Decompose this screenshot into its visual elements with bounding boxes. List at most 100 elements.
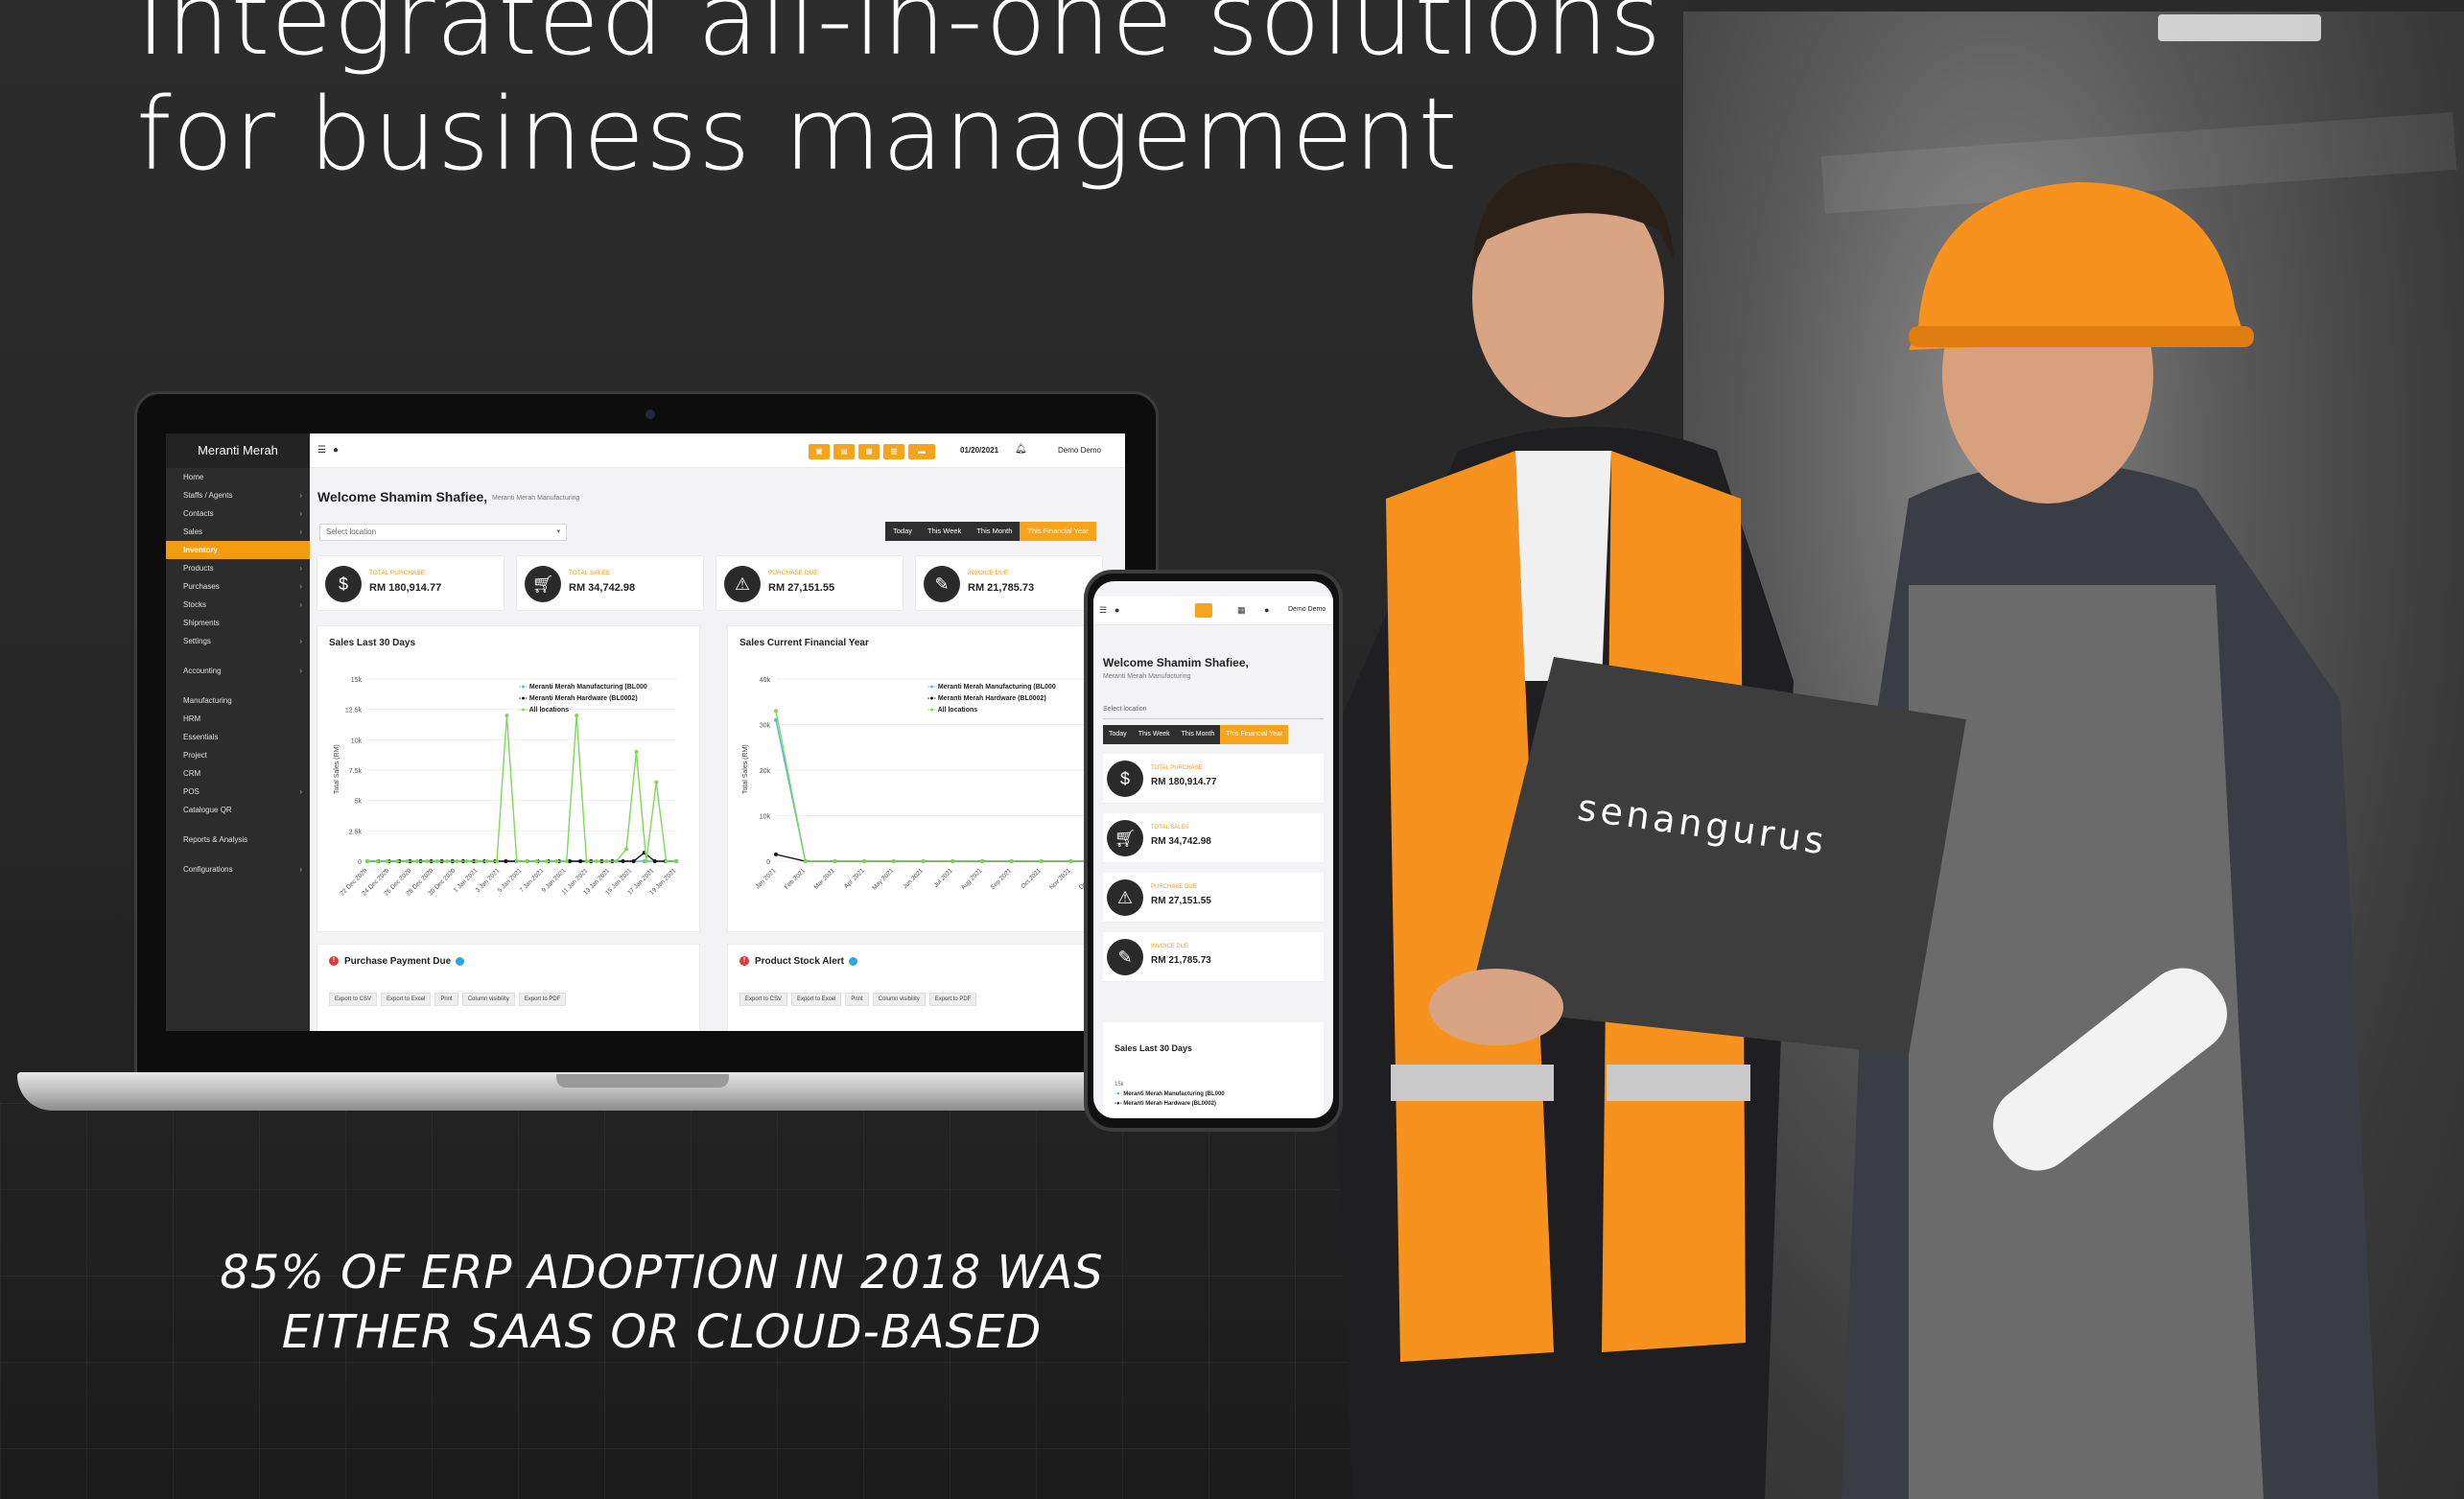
period-today[interactable]: Today	[1103, 725, 1133, 744]
data-point[interactable]	[631, 859, 636, 863]
legend-item[interactable]: -●- Meranti Merah Manufacturing (BL000	[1115, 1089, 1225, 1099]
data-point[interactable]	[525, 859, 529, 863]
period-this-week[interactable]: This Week	[1132, 725, 1176, 744]
print-button[interactable]: Print	[845, 993, 869, 1006]
data-point[interactable]	[445, 859, 450, 863]
legend-item[interactable]: -●- Meranti Merah Manufacturing (BL000	[519, 682, 647, 693]
legend-item[interactable]: -●- All locations	[519, 705, 647, 716]
print-button[interactable]: Print	[434, 993, 458, 1006]
data-point[interactable]	[644, 859, 648, 863]
data-point[interactable]	[475, 859, 480, 863]
data-point[interactable]	[1039, 859, 1044, 863]
data-point[interactable]	[1009, 859, 1014, 863]
sidebar-item-manufacturing[interactable]: Manufacturing	[166, 691, 310, 710]
data-point[interactable]	[803, 859, 808, 863]
period-this-financial-year[interactable]: This Financial Year	[1220, 725, 1289, 744]
data-point[interactable]	[405, 859, 410, 863]
data-point[interactable]	[425, 859, 430, 863]
menu-toggle-icon[interactable]: ☰	[317, 445, 326, 456]
export-csv-button[interactable]: Export to CSV	[739, 993, 788, 1006]
sidebar-item-catalogue-qr[interactable]: Catalogue QR	[166, 801, 310, 819]
data-point[interactable]	[534, 859, 539, 863]
sidebar-item-hrm[interactable]: HRM	[166, 710, 310, 728]
info-icon[interactable]: ●	[1115, 605, 1119, 615]
bell-icon[interactable]: 🔔︎	[1015, 444, 1027, 455]
sidebar-item-configurations[interactable]: Configurations ›	[166, 860, 310, 878]
money-icon[interactable]: ▬	[908, 444, 935, 459]
export-csv-button[interactable]: Export to CSV	[329, 993, 378, 1006]
data-point[interactable]	[504, 859, 508, 863]
data-point[interactable]	[624, 847, 629, 852]
period-this-week[interactable]: This Week	[920, 522, 970, 541]
legend-item[interactable]: -●- Meranti Merah Hardware (BL0002)	[1115, 1099, 1225, 1109]
legend-item[interactable]: -●- Meranti Merah Hardware (BL0002)	[927, 693, 1056, 705]
info-icon[interactable]: ●	[333, 445, 339, 456]
column-visibility-button[interactable]: Column visibility	[872, 993, 926, 1006]
data-point[interactable]	[554, 859, 559, 863]
pos-icon[interactable]: ▤	[833, 444, 855, 459]
location-select[interactable]: Select location	[1103, 706, 1324, 719]
calendar-icon[interactable]: ▦	[1237, 605, 1246, 616]
sidebar-item-purchases[interactable]: Purchases ›	[166, 577, 310, 596]
data-point[interactable]	[891, 859, 896, 863]
export-excel-button[interactable]: Export to Excel	[791, 993, 842, 1006]
period-today[interactable]: Today	[885, 522, 921, 541]
sidebar-item-products[interactable]: Products ›	[166, 559, 310, 577]
legend-item[interactable]: -●- All locations	[927, 705, 1056, 716]
location-select[interactable]: Select location ▾	[319, 524, 567, 541]
data-point[interactable]	[505, 714, 509, 717]
data-point[interactable]	[614, 859, 619, 863]
data-point[interactable]	[1068, 859, 1073, 863]
data-point[interactable]	[604, 859, 609, 863]
period-this-month[interactable]: This Month	[969, 522, 1021, 541]
sidebar-item-essentials[interactable]: Essentials	[166, 728, 310, 746]
menu-toggle-icon[interactable]: ☰	[1099, 605, 1107, 616]
data-point[interactable]	[495, 859, 500, 863]
data-point[interactable]	[774, 852, 778, 856]
data-point[interactable]	[434, 859, 439, 863]
sidebar-item-settings[interactable]: Settings ›	[166, 632, 310, 650]
data-point[interactable]	[375, 859, 380, 863]
column-visibility-button[interactable]: Column visibility	[461, 993, 515, 1006]
data-point[interactable]	[621, 859, 625, 863]
data-point[interactable]	[634, 750, 639, 754]
data-point[interactable]	[564, 859, 569, 863]
sidebar-item-home[interactable]: Home	[166, 468, 310, 486]
data-point[interactable]	[395, 859, 400, 863]
cash-register-icon[interactable]: ▥	[883, 444, 904, 459]
user-menu[interactable]: Demo Demo	[1288, 606, 1326, 613]
data-point[interactable]	[365, 859, 369, 863]
sidebar-item-staffs-agents[interactable]: Staffs / Agents ›	[166, 486, 310, 504]
data-point[interactable]	[833, 859, 837, 863]
export-pdf-button[interactable]: Export to PDF	[928, 993, 977, 1006]
legend-item[interactable]: -●- Meranti Merah Hardware (BL0002)	[519, 693, 647, 705]
data-point[interactable]	[594, 859, 598, 863]
export-excel-button[interactable]: Export to Excel	[381, 993, 432, 1006]
sidebar-item-stocks[interactable]: Stocks ›	[166, 596, 310, 614]
data-point[interactable]	[514, 859, 519, 863]
user-menu[interactable]: Demo Demo	[1058, 446, 1101, 455]
data-point[interactable]	[950, 859, 955, 863]
data-point[interactable]	[414, 859, 419, 863]
sidebar-item-shipments[interactable]: Shipments	[166, 614, 310, 632]
data-point[interactable]	[862, 859, 867, 863]
data-point[interactable]	[654, 780, 659, 785]
sidebar-item-sales[interactable]: Sales ›	[166, 523, 310, 541]
period-this-financial-year[interactable]: This Financial Year	[1020, 522, 1096, 541]
export-pdf-button[interactable]: Export to PDF	[518, 993, 567, 1006]
legend-item[interactable]: -●- Meranti Merah Manufacturing (BL000	[927, 682, 1056, 693]
data-point[interactable]	[774, 709, 778, 714]
data-point[interactable]	[674, 859, 678, 863]
sidebar-item-reports-analysis[interactable]: Reports & Analysis	[166, 831, 310, 849]
data-point[interactable]	[385, 859, 389, 863]
info-icon[interactable]	[848, 956, 857, 966]
sidebar-item-project[interactable]: Project	[166, 746, 310, 764]
sidebar-item-pos[interactable]: POS ›	[166, 783, 310, 801]
calculator-icon[interactable]	[1195, 603, 1212, 618]
data-point[interactable]	[921, 859, 926, 863]
sidebar-item-crm[interactable]: CRM	[166, 764, 310, 783]
sidebar-item-accounting[interactable]: Accounting ›	[166, 662, 310, 680]
data-point[interactable]	[980, 859, 985, 863]
data-point[interactable]	[455, 859, 459, 863]
data-point[interactable]	[578, 859, 583, 863]
